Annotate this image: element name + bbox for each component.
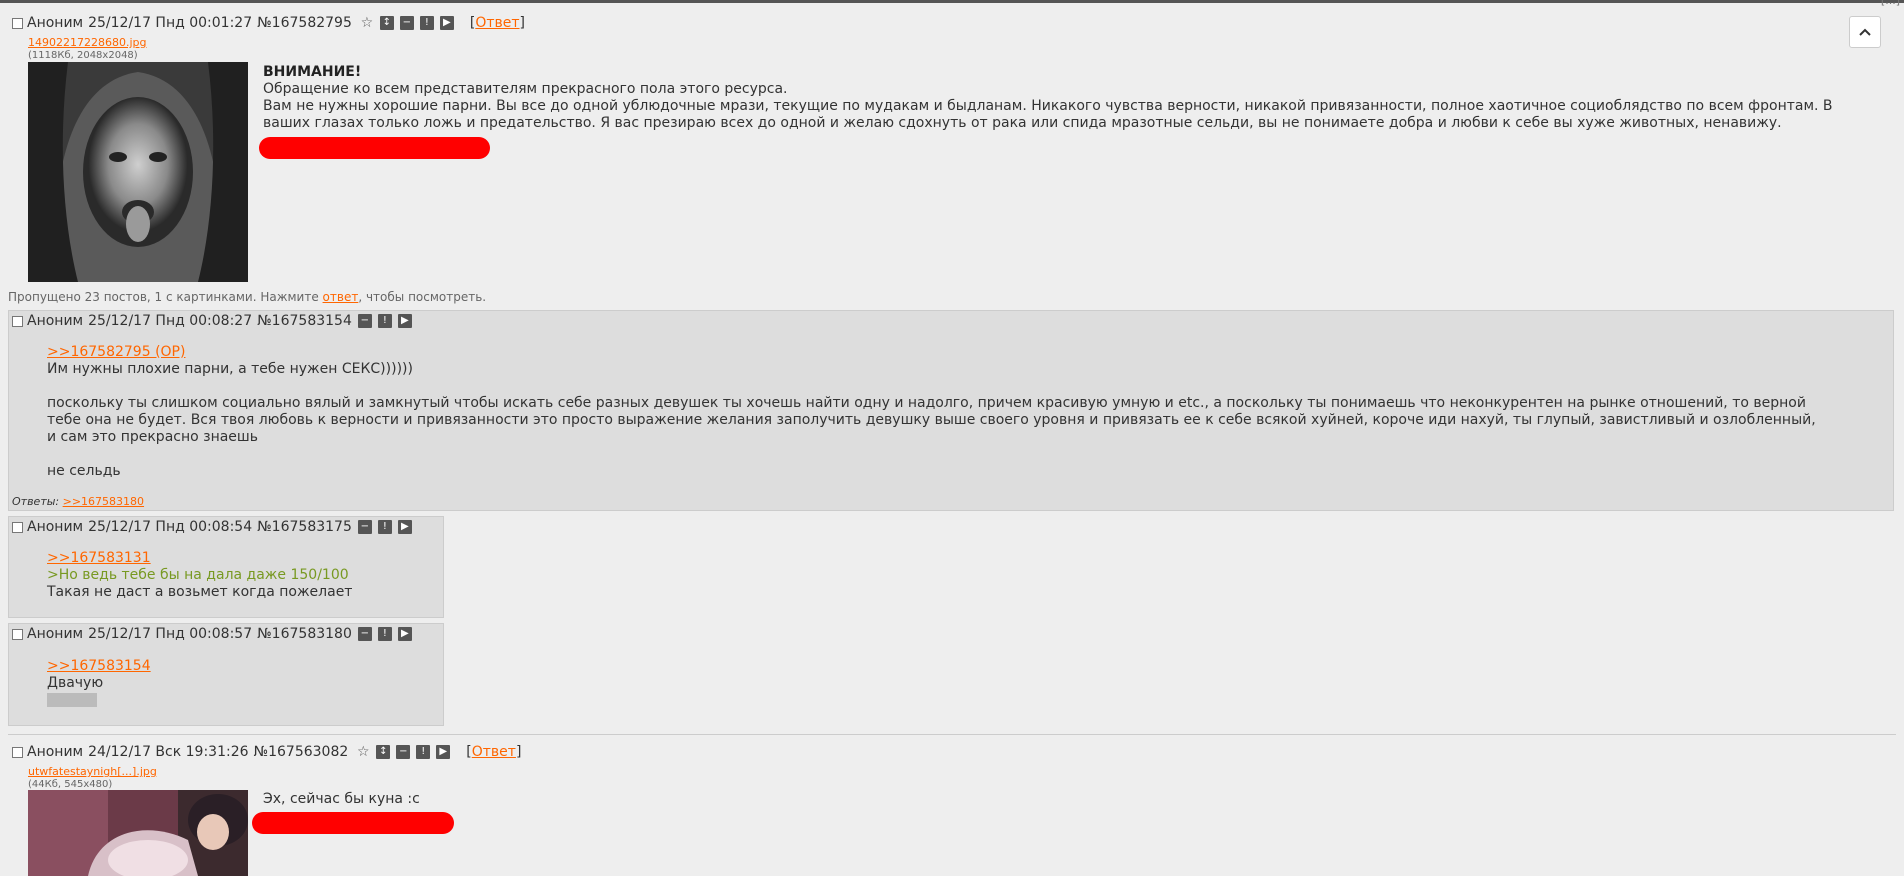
play-icon[interactable]: ▶ [436,745,451,759]
top-border [0,0,1904,3]
omitted-posts-notice: Пропущено 23 постов, 1 с картинками. Наж… [8,290,486,304]
poster-name: Аноним [27,313,84,329]
poster-name: Аноним [27,626,84,642]
post-number[interactable]: №167583175 [257,519,352,535]
op-thumbnail[interactable] [28,790,248,876]
op-post-header: Аноним 25/12/17 Пнд 00:01:27 №167582795 ☆ ↕ −… [12,14,525,32]
poster-name: Аноним [27,744,84,760]
answer-link[interactable]: >>167583180 [63,495,144,508]
answers-row: Ответы: >>167583180 [12,495,144,508]
answers-label: Ответы: [12,495,60,508]
report-icon[interactable]: ! [377,314,392,328]
hide-icon[interactable]: − [399,16,414,30]
report-icon[interactable]: ! [377,627,392,641]
hide-icon[interactable]: − [357,627,372,641]
post-date: 25/12/17 Пнд 00:08:54 [88,519,253,535]
op-post-header: Аноним 24/12/17 Вск 19:31:26 №167563082 ☆ ↕ −… [12,743,521,761]
portrait-image [28,62,248,282]
post-select-checkbox[interactable] [12,17,23,29]
omitted-open-link[interactable]: ответ [323,290,359,304]
expand-icon[interactable]: ↕ [376,745,391,759]
post-line: поскольку ты слишком социально вялый и з… [47,395,1806,411]
post-line [47,378,1887,395]
reply-post-text: >>167583154 Двачую [47,658,437,709]
reply-post-text: >>167582795 (OP) Им нужны плохие парни, … [47,344,1887,480]
post-line: тебе она не будет. Вся твоя любовь к вер… [47,412,1816,428]
post-date: 25/12/17 Пнд 00:08:57 [88,626,253,642]
post-title: ВНИМАНИЕ! [263,64,362,80]
post-line: Им нужны плохие парни, а тебе нужен СЕКС… [47,361,413,377]
redaction-mark [252,812,454,834]
quote-link[interactable]: >>167582795 (OP) [47,344,185,360]
file-meta: (1118Кб, 2048x2048) [28,50,138,61]
post-date: 25/12/17 Пнд 00:01:27 [88,15,253,31]
post-select-checkbox[interactable] [12,628,23,640]
report-icon[interactable]: ! [377,520,392,534]
quote-link[interactable]: >>167583131 [47,550,151,566]
report-icon[interactable]: ! [419,16,434,30]
expand-icon[interactable]: ↕ [379,16,394,30]
post-date: 24/12/17 Вск 19:31:26 [88,744,249,760]
reply-link[interactable]: Ответ [472,744,516,760]
reply-post-text: >>167583131 >Но ведь тебе бы на дала даж… [47,550,437,601]
file-info: 14902217228680.jpg (1118Кб, 2048x2048) [28,36,147,62]
hide-icon[interactable]: − [357,314,372,328]
post-select-checkbox[interactable] [12,746,23,758]
post-select-checkbox[interactable] [12,315,23,327]
anime-image [28,790,248,876]
hide-icon[interactable]: − [357,520,372,534]
thread-divider [8,734,1896,735]
file-name-link[interactable]: utwfatestaynigh[...].jpg [28,765,157,778]
quote-link[interactable]: >>167583154 [47,658,151,674]
reply-post-header: Аноним 25/12/17 Пнд 00:08:54 №167583175−! ▶ [12,518,412,536]
chevron-up-icon [1859,28,1871,36]
redaction-mark [259,137,490,159]
post-line: и сам это прекрасно знаешь [47,429,258,445]
play-icon[interactable]: ▶ [397,520,412,534]
omitted-text-end: , чтобы посмотреть. [358,290,487,304]
omitted-text: Пропущено 23 постов, 1 с картинками. Наж… [8,290,323,304]
post-line: Эх, сейчас бы куна :с [263,791,420,807]
reply-post-header: Аноним 25/12/17 Пнд 00:08:27 №167583154−! ▶ [12,312,412,330]
post-line: Такая не даст а возьмет когда пожелает [47,584,353,600]
post-line: не сельдь [47,463,121,479]
star-icon[interactable]: ☆ [360,16,374,30]
reply-bracket: [Ответ] [466,744,522,760]
poster-name: Аноним [27,15,84,31]
top-corner-label: [...] [1880,0,1900,7]
op-post-text: ВНИМАНИЕ! Обращение ко всем представител… [263,64,1863,132]
star-icon[interactable]: ☆ [356,745,370,759]
file-info: utwfatestaynigh[...].jpg (44Кб, 545x480) [28,765,157,791]
hide-icon[interactable]: − [396,745,411,759]
greentext-line: >Но ведь тебе бы на дала даже 150/100 [47,567,349,583]
post-select-checkbox[interactable] [12,521,23,533]
post-number[interactable]: №167583180 [257,626,352,642]
post-number[interactable]: №167582795 [257,15,352,31]
play-icon[interactable]: ▶ [397,627,412,641]
post-number[interactable]: №167563082 [254,744,349,760]
post-number[interactable]: №167583154 [257,313,352,329]
post-line: Вам не нужны хорошие парни. Вы все до од… [263,98,1833,114]
play-icon[interactable]: ▶ [397,314,412,328]
post-line: ваших глазах только ложь и предательство… [263,115,1782,131]
post-line: Двачую [47,675,104,691]
post-date: 25/12/17 Пнд 00:08:27 [88,313,253,329]
spoiler-block[interactable] [47,693,97,707]
op-post-text: Эх, сейчас бы куна :с [263,791,863,808]
poster-name: Аноним [27,519,84,535]
op-thumbnail[interactable] [28,62,248,282]
reply-post-header: Аноним 25/12/17 Пнд 00:08:57 №167583180−! ▶ [12,625,412,643]
scroll-up-button[interactable] [1849,16,1881,48]
report-icon[interactable]: ! [416,745,431,759]
post-line [47,446,1887,463]
reply-link[interactable]: Ответ [475,15,519,31]
post-line: Обращение ко всем представителям прекрас… [263,81,788,97]
play-icon[interactable]: ▶ [439,16,454,30]
reply-bracket: [Ответ] [469,15,525,31]
file-name-link[interactable]: 14902217228680.jpg [28,36,147,49]
